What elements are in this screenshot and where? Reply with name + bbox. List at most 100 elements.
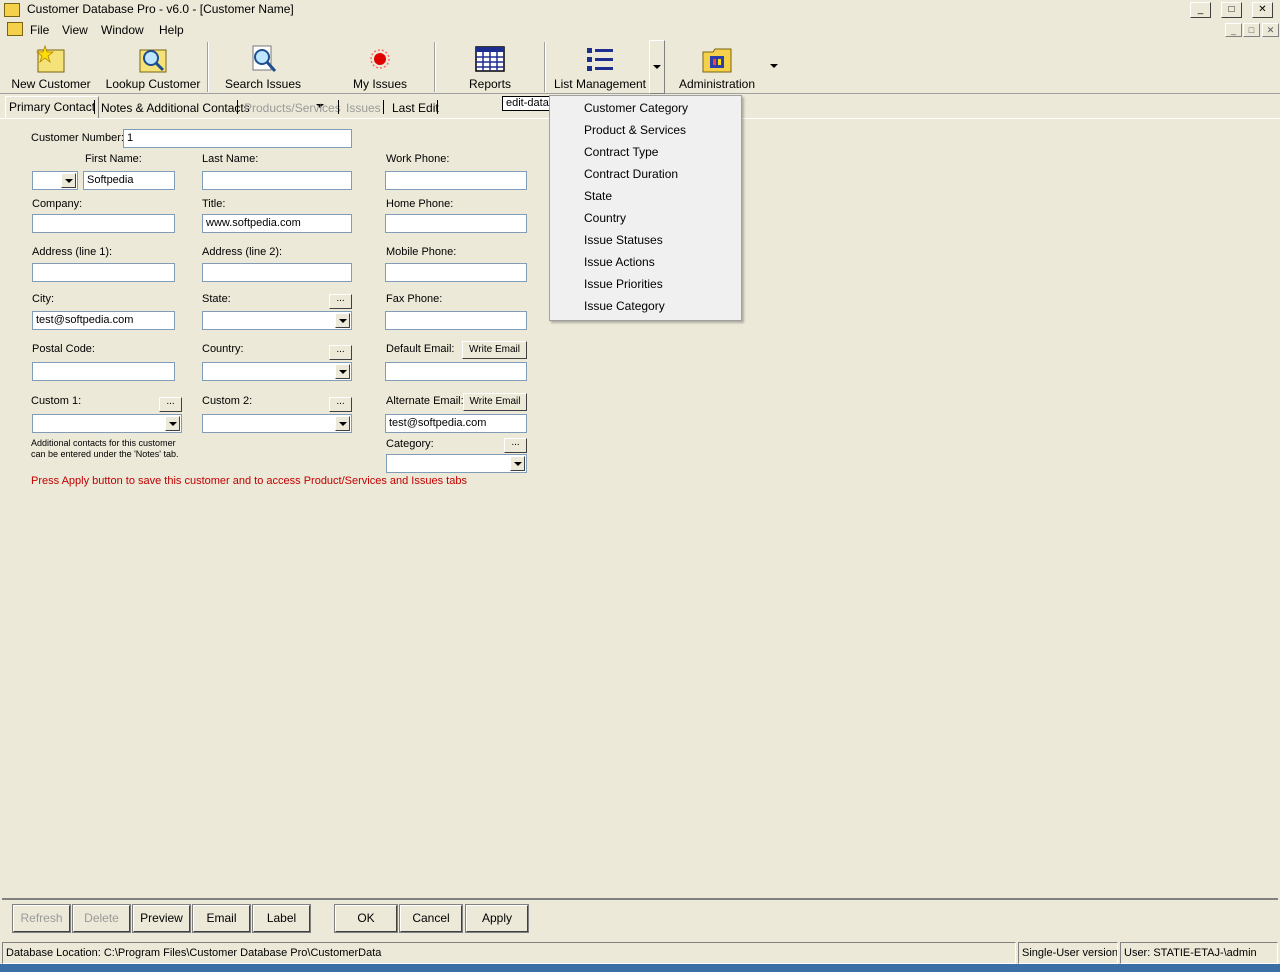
alternate-email-label: Alternate Email: xyxy=(386,395,464,407)
chevron-down-icon[interactable] xyxy=(510,456,525,471)
custom2-select[interactable] xyxy=(202,414,352,433)
minimize-button[interactable]: _ xyxy=(1190,2,1211,18)
new-customer-icon xyxy=(35,44,65,73)
mobile-phone-field[interactable] xyxy=(385,263,527,282)
first-name-field[interactable]: Softpedia xyxy=(83,171,175,190)
tab-notes[interactable]: Notes & Additional Contacts xyxy=(98,98,253,118)
new-customer-label: New Customer xyxy=(11,77,91,91)
first-name-label: First Name: xyxy=(85,153,142,165)
custom2-label: Custom 2: xyxy=(202,395,253,407)
list-management-icon xyxy=(587,48,613,71)
lookup-customer-button[interactable]: Lookup Customer xyxy=(102,40,204,94)
category-label: Category: xyxy=(386,438,434,450)
chevron-down-icon[interactable] xyxy=(335,313,350,328)
address2-field[interactable] xyxy=(202,263,352,282)
default-email-field[interactable] xyxy=(385,362,527,381)
state-select[interactable] xyxy=(202,311,352,330)
menu-item-state[interactable]: State xyxy=(584,189,612,203)
folder-icon xyxy=(7,22,23,36)
administration-dropdown-icon[interactable] xyxy=(770,64,778,68)
custom2-edit-button[interactable]: ... xyxy=(329,397,352,412)
menu-item-issue-category[interactable]: Issue Category xyxy=(584,299,665,313)
menu-item-contract-type[interactable]: Contract Type xyxy=(584,145,658,159)
title-bar: Customer Database Pro - v6.0 - [Customer… xyxy=(0,0,1280,20)
new-customer-button[interactable]: New Customer xyxy=(6,40,96,94)
tab-issues: Issues xyxy=(346,101,381,115)
apply-button[interactable]: Apply xyxy=(465,904,529,933)
state-edit-button[interactable]: ... xyxy=(329,294,352,309)
title-label: Title: xyxy=(202,198,226,210)
chevron-down-icon[interactable] xyxy=(165,416,180,431)
customer-number-label: Customer Number: xyxy=(31,132,124,144)
menu-item-issue-statuses[interactable]: Issue Statuses xyxy=(584,233,663,247)
chevron-down-icon[interactable] xyxy=(61,173,76,188)
mobile-phone-label: Mobile Phone: xyxy=(386,246,457,258)
search-issues-button[interactable]: Search Issues xyxy=(220,40,306,94)
country-select[interactable] xyxy=(202,362,352,381)
last-name-field[interactable] xyxy=(202,171,352,190)
category-select[interactable] xyxy=(386,454,527,473)
category-edit-button[interactable]: ... xyxy=(504,438,527,453)
custom1-select[interactable] xyxy=(32,414,182,433)
salutation-select[interactable] xyxy=(32,171,78,190)
fax-phone-field[interactable] xyxy=(385,311,527,330)
menu-item-country[interactable]: Country xyxy=(584,211,626,225)
company-label: Company: xyxy=(32,198,83,210)
address1-field[interactable] xyxy=(32,263,175,282)
menu-file[interactable]: File xyxy=(30,23,49,37)
hint-line-2: can be entered under the 'Notes' tab. xyxy=(31,449,179,459)
work-phone-field[interactable] xyxy=(385,171,527,190)
my-issues-button[interactable]: My Issues xyxy=(348,40,412,94)
chevron-down-icon[interactable] xyxy=(335,416,350,431)
city-label: City: xyxy=(32,293,54,305)
list-management-dropdown-button[interactable] xyxy=(649,40,665,94)
city-field[interactable]: test@softpedia.com xyxy=(32,311,175,330)
email-button[interactable]: Email xyxy=(192,904,251,933)
work-phone-label: Work Phone: xyxy=(386,153,450,165)
search-issues-label: Search Issues xyxy=(224,77,302,91)
home-phone-label: Home Phone: xyxy=(386,198,454,210)
preview-button[interactable]: Preview xyxy=(132,904,191,933)
administration-button[interactable]: Administration xyxy=(672,40,762,94)
home-phone-field[interactable] xyxy=(385,214,527,233)
postal-code-field[interactable] xyxy=(32,362,175,381)
apply-notice: Press Apply button to save this customer… xyxy=(31,475,467,487)
customer-number-field[interactable]: 1 xyxy=(123,129,352,148)
mdi-minimize-button[interactable]: _ xyxy=(1225,23,1242,37)
close-button[interactable]: ✕ xyxy=(1252,2,1273,18)
menu-help[interactable]: Help xyxy=(159,23,184,37)
tab-primary-contact[interactable]: Primary Contact xyxy=(5,96,100,118)
alternate-email-field[interactable]: test@softpedia.com xyxy=(385,414,527,433)
status-bar: Database Location: C:\Program Files\Cust… xyxy=(0,942,1280,964)
label-button[interactable]: Label xyxy=(252,904,311,933)
cancel-button[interactable]: Cancel xyxy=(399,904,463,933)
tab-last-edit[interactable]: Last Edit xyxy=(389,98,442,118)
maximize-button[interactable]: □ xyxy=(1221,2,1242,18)
write-alternate-email-button[interactable]: Write Email xyxy=(463,393,527,411)
menu-view[interactable]: View xyxy=(62,23,88,37)
mdi-restore-button[interactable]: □ xyxy=(1243,23,1260,37)
menu-item-contract-duration[interactable]: Contract Duration xyxy=(584,167,678,181)
fax-phone-label: Fax Phone: xyxy=(386,293,443,305)
chevron-down-icon[interactable] xyxy=(335,364,350,379)
menu-item-product-services[interactable]: Product & Services xyxy=(584,123,686,137)
menu-item-issue-priorities[interactable]: Issue Priorities xyxy=(584,277,663,291)
company-field[interactable] xyxy=(32,214,175,233)
title-field[interactable]: www.softpedia.com xyxy=(202,214,352,233)
version-status: Single-User version xyxy=(1018,942,1118,964)
reports-button[interactable]: Reports xyxy=(460,40,520,94)
menu-window[interactable]: Window xyxy=(101,23,144,37)
custom1-label: Custom 1: xyxy=(31,395,82,407)
ok-button[interactable]: OK xyxy=(334,904,398,933)
my-issues-label: My Issues xyxy=(352,77,407,91)
database-location: Database Location: C:\Program Files\Cust… xyxy=(2,942,1016,964)
mdi-close-button[interactable]: ✕ xyxy=(1262,23,1279,37)
refresh-button: Refresh xyxy=(12,904,71,933)
list-management-button[interactable]: List Management xyxy=(550,40,650,94)
custom1-edit-button[interactable]: ... xyxy=(159,397,182,412)
menu-item-customer-category[interactable]: Customer Category xyxy=(584,101,688,115)
my-issues-icon xyxy=(370,49,390,69)
write-email-button[interactable]: Write Email xyxy=(462,341,527,359)
menu-item-issue-actions[interactable]: Issue Actions xyxy=(584,255,655,269)
country-edit-button[interactable]: ... xyxy=(329,345,352,360)
